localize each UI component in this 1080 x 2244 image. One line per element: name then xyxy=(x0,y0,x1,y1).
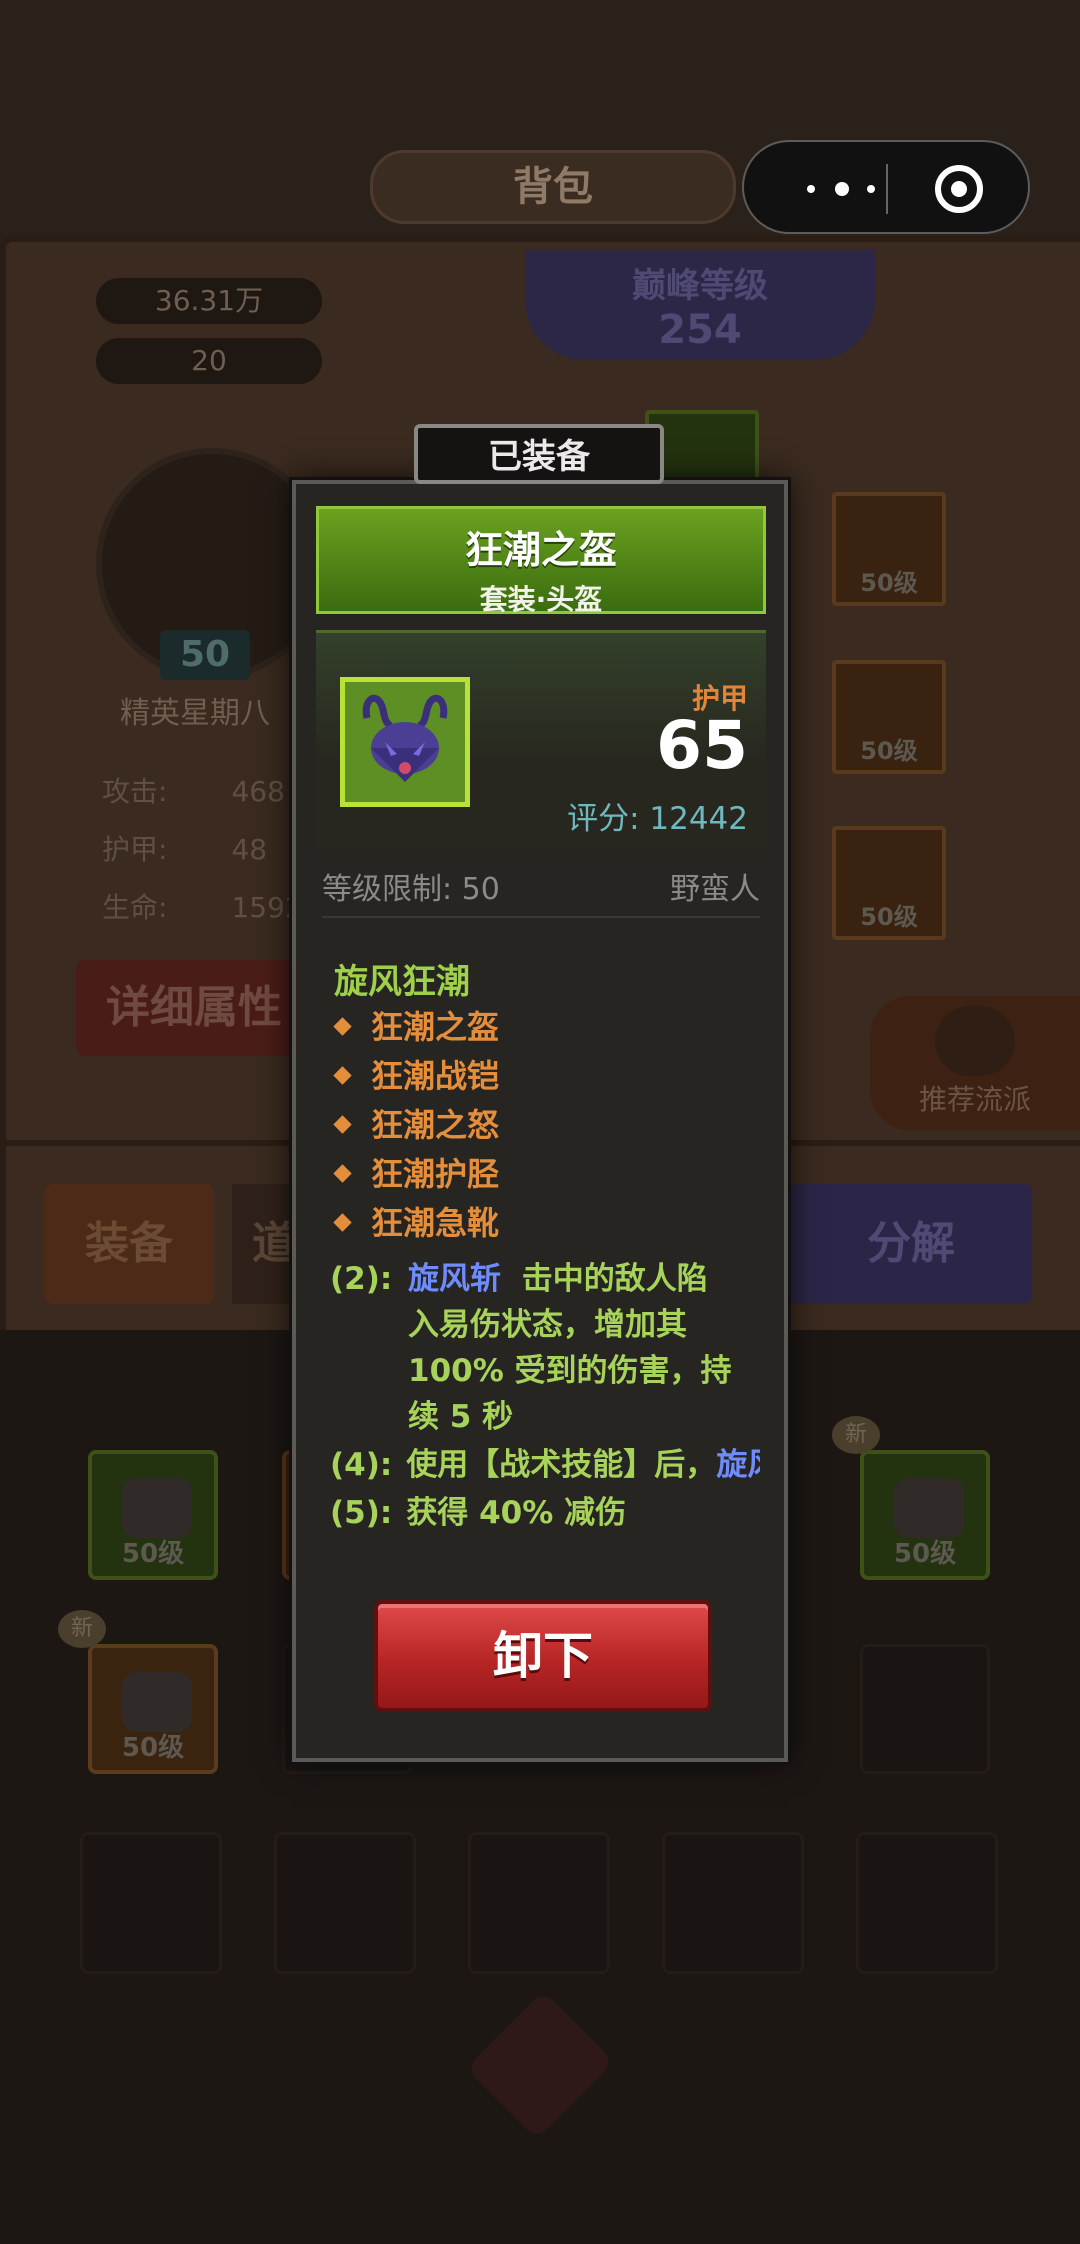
class-requirement: 野蛮人 xyxy=(670,872,760,907)
set-name: 旋风狂潮 xyxy=(334,962,470,1002)
item-name: 狂潮之盔 xyxy=(464,528,617,572)
stat-value: 65 xyxy=(656,707,748,784)
list-item: 狂潮之怒 xyxy=(332,1100,499,1149)
diamond-bullet-icon xyxy=(333,1016,352,1036)
list-item: 狂潮护胫 xyxy=(332,1149,499,1198)
skill-name: 旋风斩 xyxy=(408,1261,501,1297)
diamond-bullet-icon xyxy=(333,1212,352,1232)
capsule-divider xyxy=(886,164,888,214)
more-icon[interactable] xyxy=(799,172,889,206)
set-bonus-2-text: 旋风斩 击中的敌人陷入易伤状态，增加其 100% 受到的伤害，持续 5 秒 xyxy=(408,1261,732,1435)
miniprogram-capsule xyxy=(742,140,1030,234)
item-detail-modal: 狂潮之盔 套装·头盔 护甲 65 评分: 12442 等级限制: 50 野蛮人 … xyxy=(292,480,788,1762)
helmet-icon xyxy=(340,677,470,807)
list-item: 狂潮急靴 xyxy=(332,1198,499,1247)
item-title-bar: 狂潮之盔 套装·头盔 xyxy=(316,506,766,616)
item-type: 套装·头盔 xyxy=(479,583,603,616)
diamond-bullet-icon xyxy=(333,1114,352,1134)
equipped-status-tag: 已装备 xyxy=(414,424,664,484)
diamond-bullet-icon xyxy=(333,1065,352,1085)
list-item: 狂潮之盔 xyxy=(332,1002,499,1051)
set-item-list: 狂潮之盔 狂潮战铠 狂潮之怒 狂潮护胫 狂潮急靴 xyxy=(332,1002,499,1247)
list-item: 狂潮战铠 xyxy=(332,1051,499,1100)
unequip-button[interactable]: 卸下 xyxy=(374,1600,712,1712)
level-requirement: 等级限制: 50 xyxy=(322,872,500,907)
set-bonus-2-key: (2): xyxy=(330,1261,393,1297)
set-bonus-5: (5): 获得 40% 减伤 xyxy=(330,1495,627,1531)
diamond-bullet-icon xyxy=(333,1163,352,1183)
set-bonus-4: (4):使用【战术技能】后，旋风 xyxy=(330,1447,760,1483)
item-score: 评分: 12442 xyxy=(567,801,748,837)
close-miniprogram-icon[interactable] xyxy=(934,164,984,214)
item-info-box: 护甲 65 评分: 12442 xyxy=(316,630,766,850)
requirement-row: 等级限制: 50 野蛮人 xyxy=(322,856,760,918)
